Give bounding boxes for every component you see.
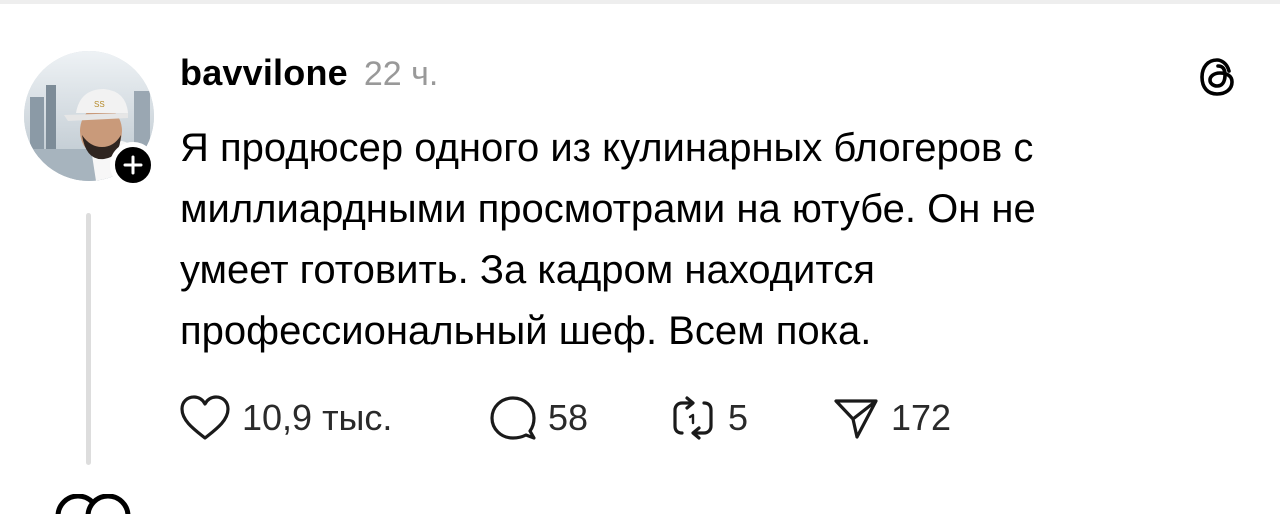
post-text-line: умеет готовить. За кадром находится <box>180 248 875 292</box>
post-actions-bar: 10,9 тыс. 58 5 172 <box>178 392 951 444</box>
thread-connector-line <box>86 213 91 465</box>
share-button[interactable]: 172 <box>831 393 951 443</box>
threads-logo-icon[interactable] <box>1196 55 1240 99</box>
follow-button[interactable] <box>110 142 156 188</box>
repost-arrows-icon <box>673 396 713 440</box>
author-avatar-group[interactable]: SS <box>24 51 156 188</box>
post-body: Я продюсер одного из кулинарных блогеров… <box>180 118 1220 362</box>
share-count: 172 <box>891 397 952 438</box>
post-text-line: миллиардными просмотрами на ютубе. Он не <box>180 187 1036 231</box>
top-divider <box>0 0 1280 4</box>
post-timestamp: 22 ч. <box>363 55 439 93</box>
speech-bubble-icon <box>490 396 536 440</box>
like-button[interactable]: 10,9 тыс. <box>178 393 488 443</box>
send-icon <box>834 399 878 439</box>
heart-icon <box>180 395 230 440</box>
repost-button[interactable]: 5 <box>668 393 831 443</box>
post-text-line: Я продюсер одного из кулинарных блогеров… <box>180 126 1034 170</box>
next-post-avatars <box>30 493 150 519</box>
reply-avatars-partial <box>55 493 131 519</box>
reply-count: 58 <box>548 397 589 438</box>
like-count: 10,9 тыс. <box>242 397 393 438</box>
post-text-line: профессиональный шеф. Всем пока. <box>180 309 872 353</box>
repost-count: 5 <box>728 397 749 438</box>
svg-text:SS: SS <box>94 100 105 109</box>
reply-button[interactable]: 58 <box>488 393 668 443</box>
post-header: bavvilone 22 ч. <box>180 52 438 96</box>
plus-icon <box>123 155 143 175</box>
username-link[interactable]: bavvilone <box>180 52 348 94</box>
